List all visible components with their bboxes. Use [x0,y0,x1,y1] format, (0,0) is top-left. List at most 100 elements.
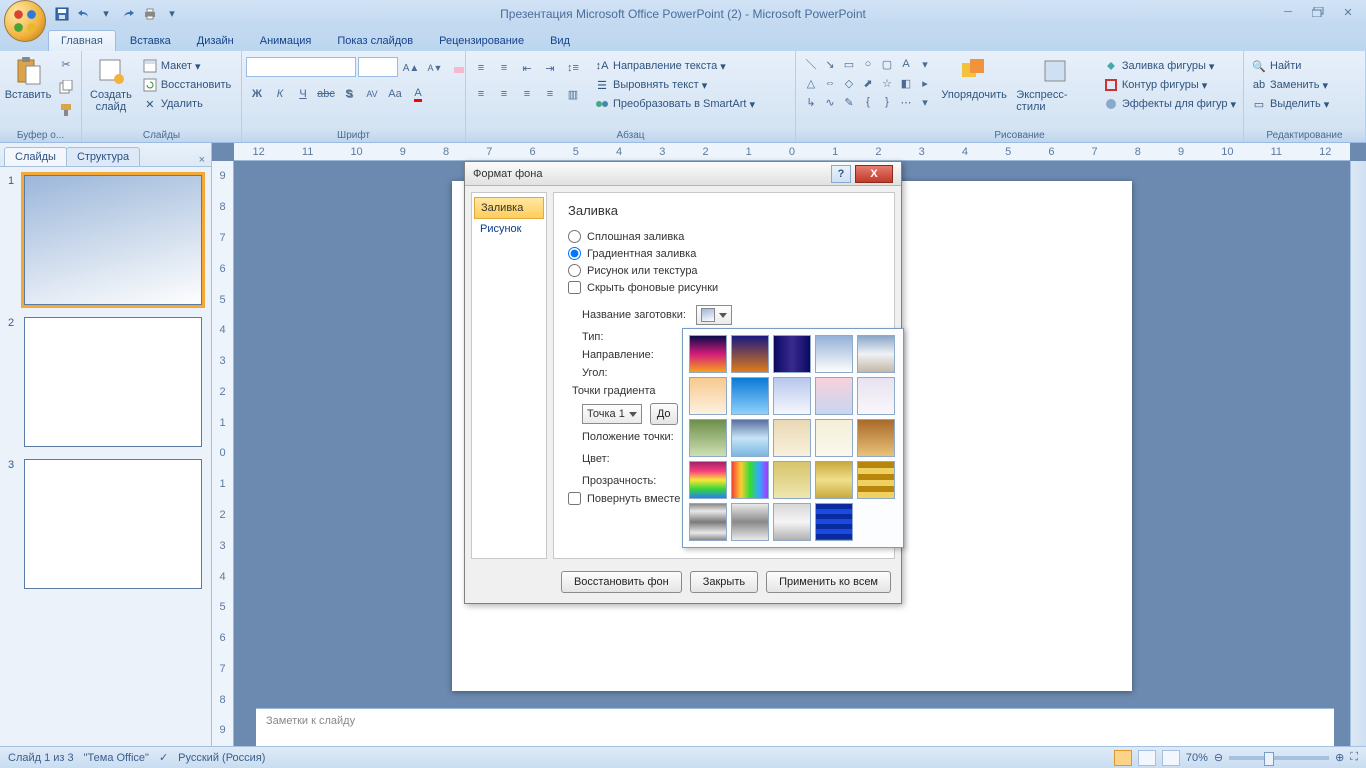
dialog-help-icon[interactable]: ? [831,165,851,183]
restore-icon[interactable] [1306,4,1330,20]
office-button[interactable] [4,0,46,42]
font-size-combo[interactable] [358,57,398,77]
preset-gradient-14[interactable] [815,419,853,457]
side-tab-outline[interactable]: Структура [66,147,140,166]
tab-insert[interactable]: Вставка [118,31,183,51]
shape-line-icon[interactable]: ＼ [802,55,820,73]
layout-button[interactable]: Макет ▾ [139,57,234,75]
columns-icon[interactable]: ▥ [562,83,584,105]
view-slideshow-icon[interactable] [1162,750,1180,766]
view-sorter-icon[interactable] [1138,750,1156,766]
preset-gradient-13[interactable] [773,419,811,457]
shape-conn-icon[interactable]: ↳ [802,93,820,111]
shape-arrow-icon[interactable]: ↘ [821,55,839,73]
preset-gradient-2[interactable] [731,335,769,373]
char-spacing-icon[interactable]: AV [361,83,383,105]
preset-gradient-23[interactable] [773,503,811,541]
notes-pane[interactable]: Заметки к слайду [256,708,1334,746]
thumbnail-2[interactable]: 2 [8,317,203,447]
preset-gradient-1[interactable] [689,335,727,373]
shape-brace-icon[interactable]: { [859,93,877,111]
shape-outline-button[interactable]: Контур фигуры ▾ [1100,76,1239,94]
shadow-icon[interactable]: S [338,83,360,105]
find-button[interactable]: 🔍Найти [1248,57,1304,75]
shape-more2-icon[interactable]: ▸ [916,74,934,92]
align-text-button[interactable]: ☰Выровнять текст ▾ [591,76,758,94]
close-button[interactable]: Закрыть [690,571,758,593]
font-color-icon[interactable]: A [407,83,429,105]
italic-icon[interactable]: К [269,83,291,105]
preset-gradient-22[interactable] [731,503,769,541]
side-tab-slides[interactable]: Слайды [4,147,67,166]
shape-effects-button[interactable]: Эффекты для фигур ▾ [1100,95,1239,113]
dialog-close-icon[interactable]: X [855,165,893,183]
preset-gradient-21[interactable] [689,503,727,541]
strike-icon[interactable]: abc [315,83,337,105]
preset-gradient-16[interactable] [689,461,727,499]
radio-gradient-fill[interactable]: Градиентная заливка [568,245,880,262]
new-slide-button[interactable]: Создать слайд [86,53,136,115]
save-icon[interactable] [52,4,72,24]
radio-solid-fill[interactable]: Сплошная заливка [568,228,880,245]
tab-view[interactable]: Вид [538,31,582,51]
shape-rect2-icon[interactable]: ▢ [878,55,896,73]
dialog-nav-fill[interactable]: Заливка [474,197,544,219]
preset-gradient-8[interactable] [773,377,811,415]
paste-button[interactable]: Вставить [4,53,52,103]
select-button[interactable]: ▭Выделить ▾ [1248,95,1332,113]
quick-styles-button[interactable]: Экспресс-стили [1012,53,1097,115]
preset-gradient-17[interactable] [731,461,769,499]
stop-selector[interactable]: Точка 1 [582,404,642,424]
indent-inc-icon[interactable]: ⇥ [539,57,561,79]
indent-dec-icon[interactable]: ⇤ [516,57,538,79]
tab-home[interactable]: Главная [48,30,116,51]
preset-gradient-10[interactable] [857,377,895,415]
shape-curve-icon[interactable]: ∿ [821,93,839,111]
shape-text-icon[interactable]: A [897,55,915,73]
tab-design[interactable]: Дизайн [185,31,246,51]
shape-block-icon[interactable]: ⬈ [859,74,877,92]
status-language[interactable]: Русский (Россия) [178,752,265,764]
preset-gradient-6[interactable] [689,377,727,415]
font-name-combo[interactable] [246,57,356,77]
minimize-icon[interactable]: ─ [1276,4,1300,20]
align-center-icon[interactable]: ≡ [493,83,515,105]
tab-review[interactable]: Рецензирование [427,31,536,51]
delete-button[interactable]: ✕Удалить [139,95,234,113]
reset-button[interactable]: Восстановить [139,76,234,94]
close-icon[interactable]: ✕ [1336,4,1360,20]
change-case-icon[interactable]: Aa [384,83,406,105]
align-right-icon[interactable]: ≡ [516,83,538,105]
qat-customize-icon[interactable]: ▾ [162,4,182,24]
undo-dropdown-icon[interactable]: ▾ [96,4,116,24]
shape-oval-icon[interactable]: ○ [859,55,877,73]
preset-gradient-9[interactable] [815,377,853,415]
preset-gradient-12[interactable] [731,419,769,457]
preset-dropdown[interactable] [696,305,732,325]
dialog-nav-picture[interactable]: Рисунок [474,219,544,239]
format-painter-icon[interactable] [55,99,77,121]
add-stop-button[interactable]: До [650,403,678,425]
align-left-icon[interactable]: ≡ [470,83,492,105]
grow-font-icon[interactable]: A▲ [400,57,422,79]
shape-tri-icon[interactable]: △ [802,74,820,92]
thumbnail-1[interactable]: 1 [8,175,203,305]
fit-window-icon[interactable]: ⛶ [1350,751,1358,764]
numbering-icon[interactable]: ≡ [493,57,515,79]
view-normal-icon[interactable] [1114,750,1132,766]
shape-star-icon[interactable]: ☆ [878,74,896,92]
shape-fill-button[interactable]: Заливка фигуры ▾ [1100,57,1239,75]
thumbnail-3[interactable]: 3 [8,459,203,589]
preset-gradient-18[interactable] [773,461,811,499]
apply-all-button[interactable]: Применить ко всем [766,571,891,593]
shape-etc-icon[interactable]: ⋯ [897,93,915,111]
preset-gradient-11[interactable] [689,419,727,457]
check-hide-bg[interactable]: Скрыть фоновые рисунки [568,279,880,296]
underline-icon[interactable]: Ч [292,83,314,105]
zoom-slider[interactable] [1229,756,1329,760]
print-icon[interactable] [140,4,160,24]
justify-icon[interactable]: ≡ [539,83,561,105]
preset-gradient-19[interactable] [815,461,853,499]
shape-free-icon[interactable]: ✎ [840,93,858,111]
arrange-button[interactable]: Упорядочить [939,53,1009,103]
